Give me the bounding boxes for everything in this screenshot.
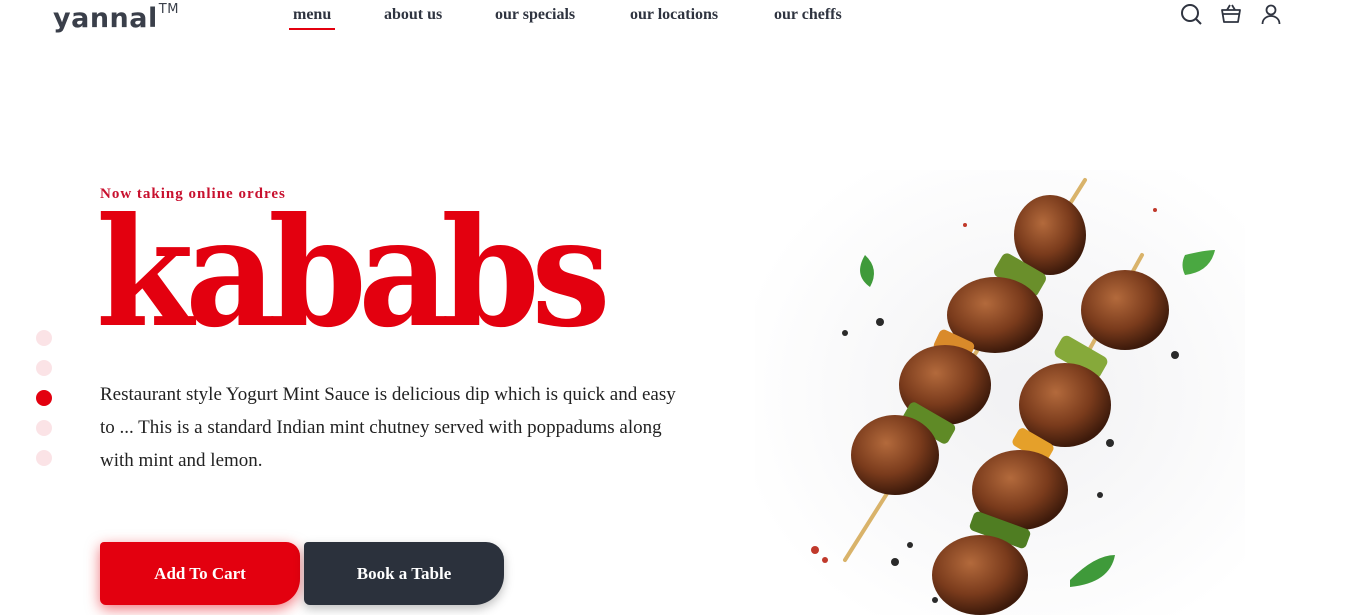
hero-description: Restaurant style Yogurt Mint Sauce is de… [100,384,676,471]
slider-dot[interactable] [36,420,52,436]
nav-item-our-cheffs[interactable]: our cheffs [774,6,842,24]
nav-item-our-locations[interactable]: our locations [630,6,718,24]
nav-item-about-us[interactable]: about us [384,6,442,24]
slider-dots [36,330,52,466]
hero-title: kababs [96,185,611,361]
slider-dot[interactable] [36,330,52,346]
add-to-cart-button[interactable]: Add To Cart [100,542,300,605]
search-icon[interactable] [1178,2,1204,26]
user-icon[interactable] [1258,2,1284,26]
nav-item-our-specials[interactable]: our specials [495,6,575,24]
slider-dot[interactable] [36,360,52,376]
main-nav: menu about us our specials our locations… [0,0,1346,30]
nav-item-menu[interactable]: menu [288,6,336,30]
slider-dot[interactable] [36,450,52,466]
shopping-bag-icon[interactable] [1218,2,1244,26]
kebab-skewers-image [755,170,1245,615]
book-table-button[interactable]: Book a Table [304,542,504,605]
slider-dot-active[interactable] [36,390,52,406]
header-icons [1178,2,1284,26]
